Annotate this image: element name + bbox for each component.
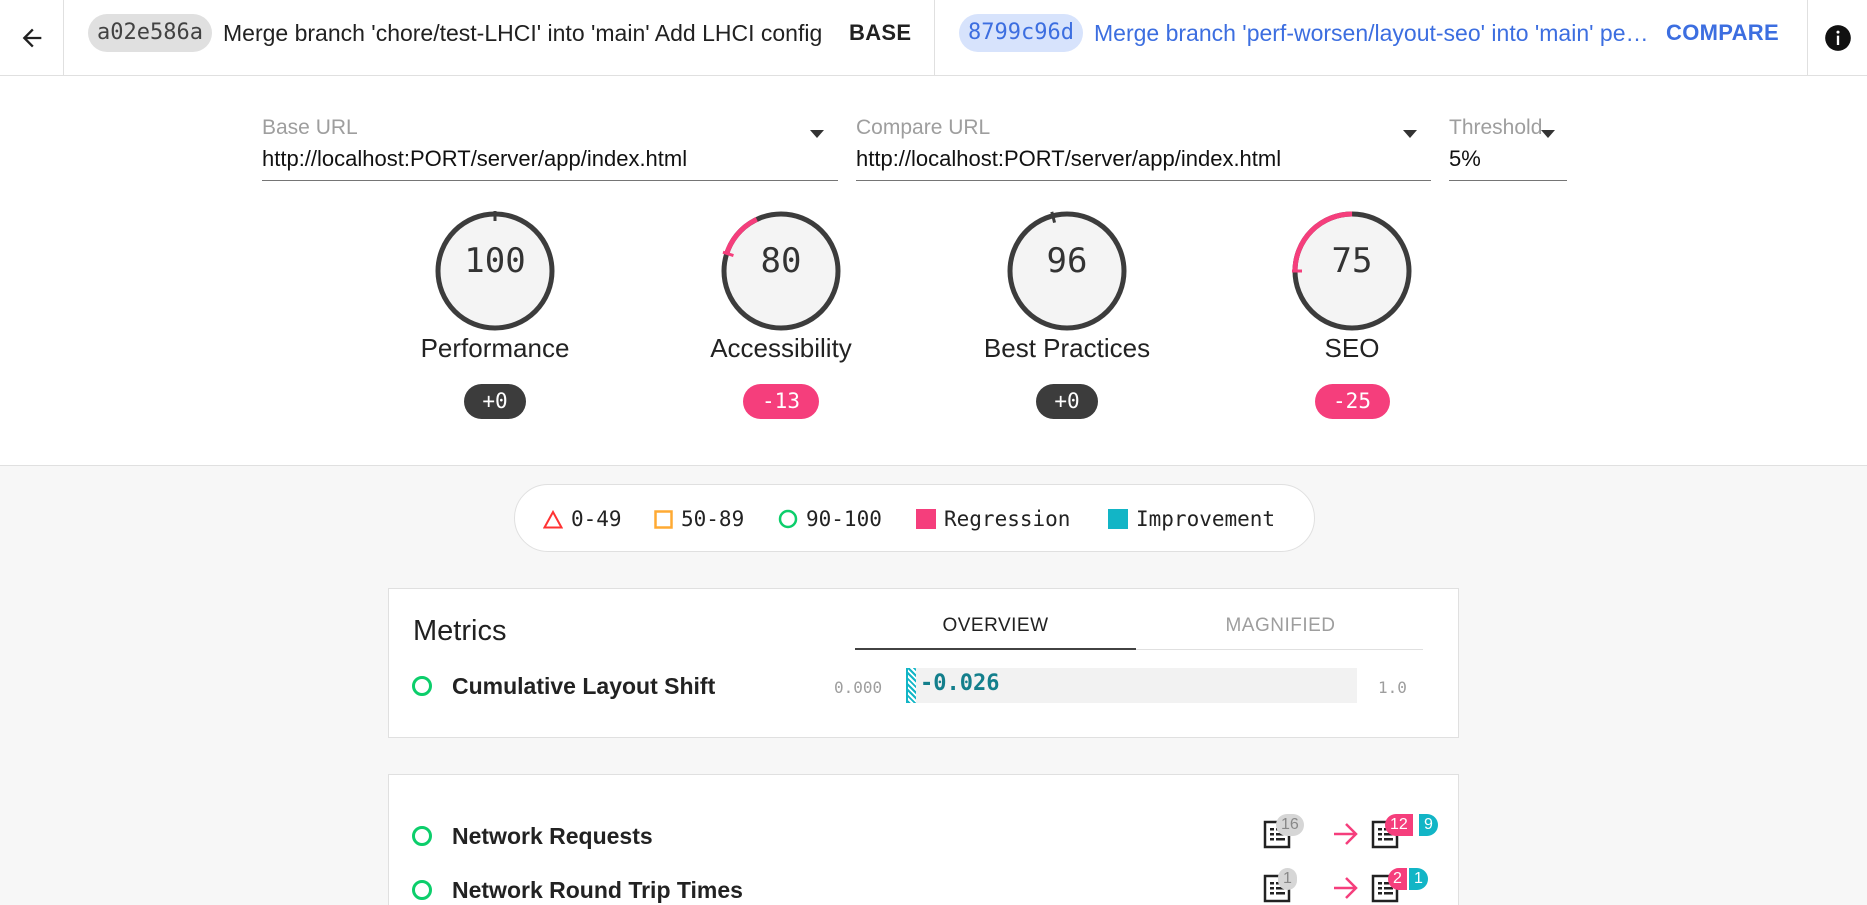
threshold-label: Threshold	[1449, 116, 1543, 139]
square-icon	[654, 509, 673, 529]
legend-average: 50-89	[654, 507, 744, 531]
arrow-right-icon	[1334, 877, 1358, 899]
info-icon	[1825, 24, 1851, 51]
threshold-value: 5%	[1449, 146, 1481, 171]
regression-swatch	[916, 509, 936, 529]
gauge-accessibility[interactable]: 80 Accessibility -13	[681, 211, 881, 441]
metric-bar-fill	[906, 668, 916, 703]
gauge-label: Best Practices	[983, 333, 1151, 363]
audits-card: Network Requests 16 12 9 Network Round T…	[388, 774, 1459, 905]
dropdown-caret-icon	[1403, 130, 1417, 138]
pass-circle-icon	[412, 880, 432, 900]
base-hash-chip: a02e586a	[88, 14, 212, 52]
improvement-count-badge: 9	[1419, 814, 1438, 836]
legend-improvement: Improvement	[1108, 507, 1275, 531]
metrics-card: Metrics OVERVIEW MAGNIFIED Cumulative La…	[388, 588, 1459, 738]
base-url-value: http://localhost:PORT/server/app/index.h…	[262, 146, 688, 171]
regression-count-badge: 2	[1388, 868, 1407, 890]
base-commit-message: Merge branch 'chore/test-LHCI' into 'mai…	[223, 20, 823, 46]
info-button[interactable]	[1809, 0, 1867, 75]
compare-url-select[interactable]: Compare URL http://localhost:PORT/server…	[856, 116, 1431, 181]
triangle-icon	[543, 509, 563, 528]
tab-overview[interactable]: OVERVIEW	[855, 615, 1136, 649]
gauge-seo[interactable]: 75 SEO -25	[1252, 211, 1452, 441]
legend-fail: 0-49	[543, 507, 622, 531]
base-tag: BASE	[849, 20, 912, 45]
metric-bar-track[interactable]: -0.026	[906, 668, 1357, 703]
tab-magnified[interactable]: MAGNIFIED	[1138, 615, 1423, 649]
regression-count-badge: 12	[1385, 814, 1413, 836]
pass-circle-icon	[412, 676, 432, 696]
base-url-label: Base URL	[262, 116, 358, 139]
gauge-delta-badge: +0	[1036, 384, 1098, 419]
threshold-select[interactable]: Threshold 5%	[1449, 116, 1567, 181]
legend-pass: 90-100	[778, 507, 882, 531]
gauge-label: Performance	[420, 333, 570, 363]
metric-label-cls[interactable]: Cumulative Layout Shift	[452, 673, 715, 700]
back-button[interactable]	[0, 0, 64, 75]
gauge-delta-badge: -13	[743, 384, 819, 419]
circle-icon	[778, 509, 798, 529]
summary-panel: Base URL http://localhost:PORT/server/ap…	[0, 76, 1867, 466]
compare-header: a02e586a Merge branch 'chore/test-LHCI' …	[0, 0, 1867, 76]
improvement-swatch	[1108, 509, 1128, 529]
tab-active-indicator	[855, 648, 1136, 650]
base-url-select[interactable]: Base URL http://localhost:PORT/server/ap…	[262, 116, 838, 181]
audit-label-network-requests[interactable]: Network Requests	[452, 823, 653, 850]
improvement-count-badge: 1	[1409, 868, 1428, 890]
compare-tag: COMPARE	[1666, 20, 1779, 45]
compare-url-label: Compare URL	[856, 116, 991, 139]
gauge-score: 100	[464, 241, 526, 281]
compare-commit-message: Merge branch 'perf-worsen/layout-seo' in…	[1094, 20, 1654, 46]
compare-build-selector[interactable]: 8799c96d Merge branch 'perf-worsen/layou…	[936, 0, 1808, 75]
legend-regression: Regression	[916, 507, 1070, 531]
metrics-title: Metrics	[413, 615, 507, 647]
pass-circle-icon	[412, 826, 432, 846]
arrow-left-icon	[22, 28, 41, 47]
gauge-performance[interactable]: 100 Performance +0	[395, 211, 595, 441]
compare-hash-chip: 8799c96d	[959, 14, 1083, 52]
audit-label-network-rtt[interactable]: Network Round Trip Times	[452, 877, 743, 904]
gauge-score: 80	[760, 241, 802, 281]
dropdown-caret-icon	[810, 130, 824, 138]
arrow-right-icon	[1334, 823, 1358, 845]
base-build-selector[interactable]: a02e586a Merge branch 'chore/test-LHCI' …	[65, 0, 935, 75]
gauge-label: SEO	[1324, 333, 1380, 363]
gauge-delta-badge: +0	[464, 384, 526, 419]
gauge-label: Accessibility	[710, 333, 852, 363]
metric-min: 0.000	[834, 678, 883, 697]
gauge-score: 75	[1331, 241, 1373, 281]
metric-delta-value: -0.026	[920, 671, 1000, 696]
base-count-badge: 16	[1276, 814, 1304, 836]
metric-max: 1.0	[1378, 678, 1407, 697]
gauge-delta-badge: -25	[1314, 384, 1390, 419]
gauge-best-practices[interactable]: 96 Best Practices +0	[967, 211, 1167, 441]
dropdown-caret-icon	[1541, 130, 1555, 138]
base-count-badge: 1	[1278, 868, 1297, 890]
compare-url-value: http://localhost:PORT/server/app/index.h…	[856, 146, 1282, 171]
score-legend: 0-49 50-89 90-100 Regression Improvement	[514, 484, 1315, 552]
gauge-score: 96	[1046, 241, 1088, 281]
